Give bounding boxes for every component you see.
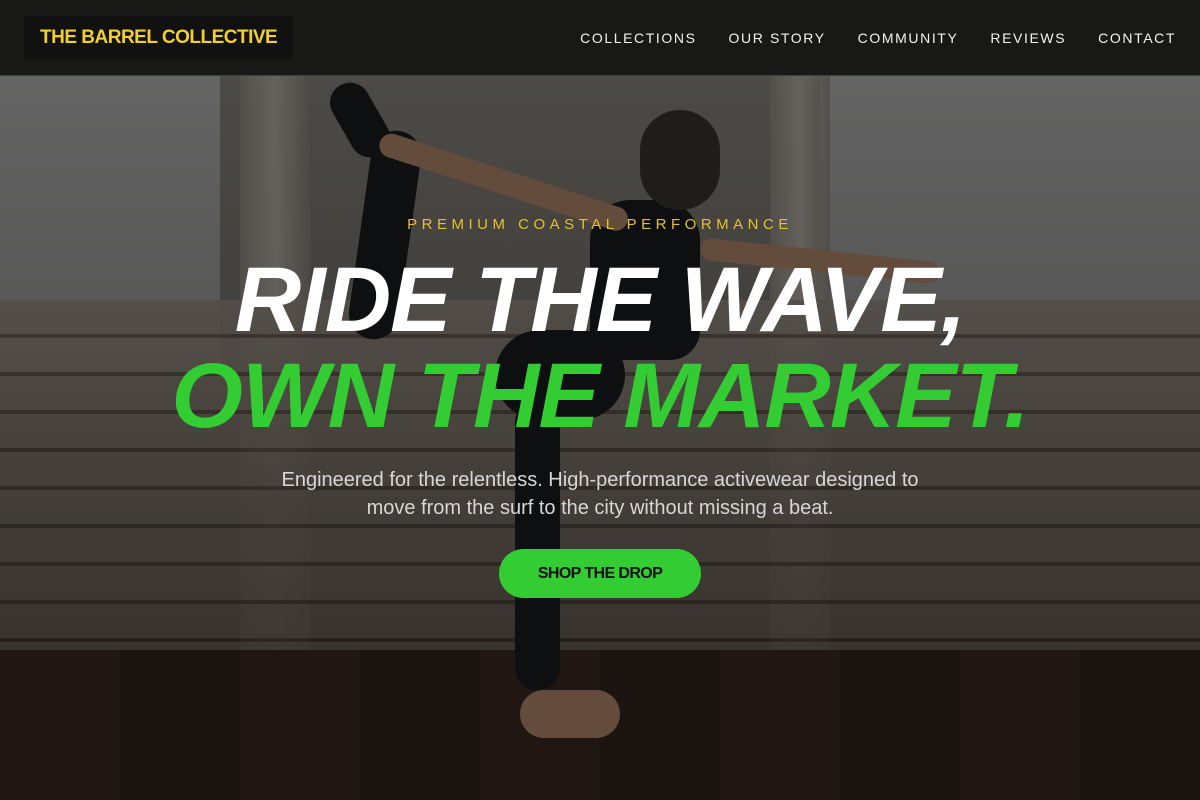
hero-headline-line1: RIDE THE WAVE, xyxy=(234,249,967,351)
shop-the-drop-button[interactable]: SHOP THE DROP xyxy=(499,549,701,598)
hero-section: PREMIUM COASTAL PERFORMANCE RIDE THE WAV… xyxy=(0,0,1200,800)
hero-subheadline: Engineered for the relentless. High-perf… xyxy=(281,469,919,519)
hero-headline-line2: OWN THE MARKET. xyxy=(171,345,1029,447)
hero-eyebrow: PREMIUM COASTAL PERFORMANCE xyxy=(407,216,793,233)
